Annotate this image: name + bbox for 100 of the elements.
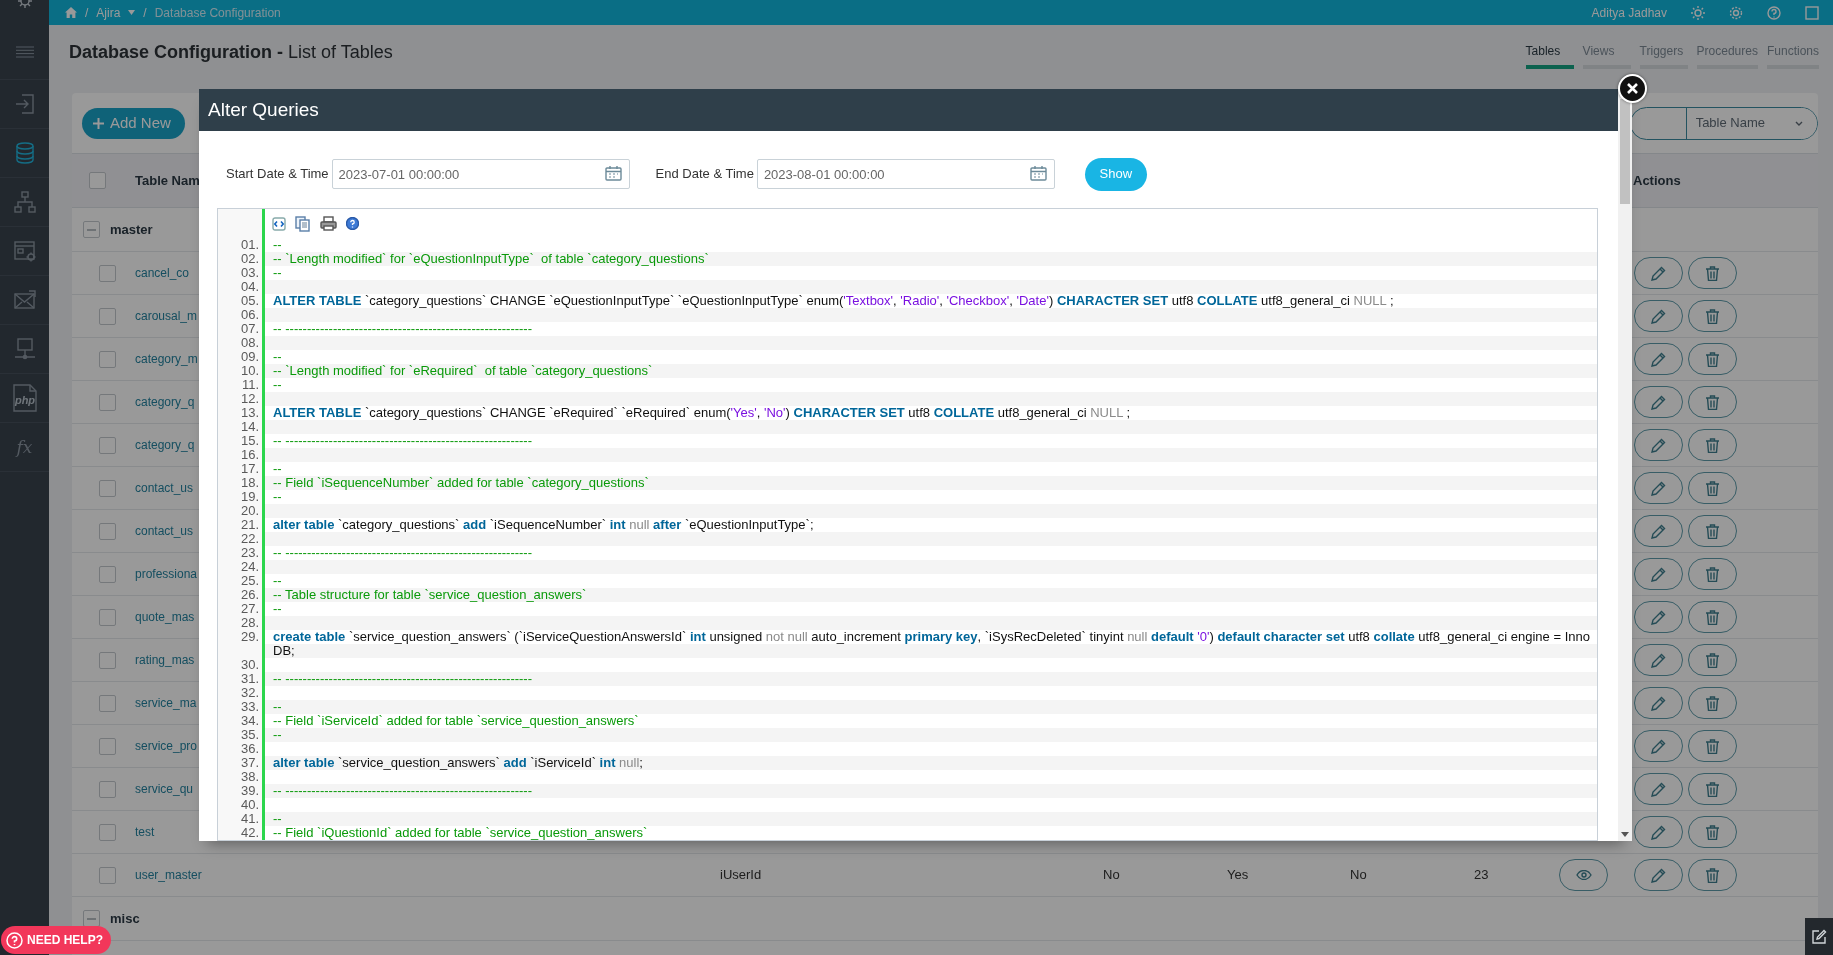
trash-icon: [1706, 308, 1719, 324]
delete-button[interactable]: [1688, 558, 1737, 590]
edit-button[interactable]: [1634, 472, 1683, 504]
delete-button[interactable]: [1688, 429, 1737, 461]
table-name-link[interactable]: category_m: [135, 352, 198, 367]
tab[interactable]: Views: [1582, 36, 1631, 69]
home-icon[interactable]: [65, 7, 77, 18]
delete-button[interactable]: [1688, 816, 1737, 848]
view-button[interactable]: [1559, 859, 1608, 891]
window-icon[interactable]: [1805, 5, 1819, 20]
select-all-checkbox[interactable]: [89, 172, 106, 189]
edit-button[interactable]: [1634, 257, 1683, 289]
table-name-link[interactable]: rating_mas: [135, 653, 195, 668]
calendar-icon[interactable]: [604, 166, 622, 181]
delete-button[interactable]: [1688, 730, 1737, 762]
edit-button[interactable]: [1634, 687, 1683, 719]
collapse-toggle[interactable]: [83, 910, 100, 927]
row-checkbox[interactable]: [99, 522, 116, 540]
copy-icon[interactable]: [295, 215, 311, 232]
scroll-down-arrow-icon[interactable]: [1621, 832, 1629, 837]
row-checkbox[interactable]: [99, 694, 116, 712]
table-name-link[interactable]: service_qu: [135, 782, 194, 797]
gear-icon[interactable]: [1729, 5, 1743, 20]
table-name-link[interactable]: professiona: [135, 567, 198, 582]
date-time-field[interactable]: 2023-07-01 00:00:00: [331, 159, 630, 189]
edit-button[interactable]: [1634, 386, 1683, 418]
user-name[interactable]: Aditya Jadhav: [1591, 3, 1667, 22]
table-name-link[interactable]: carousal_m: [135, 309, 198, 324]
delete-button[interactable]: [1688, 472, 1737, 504]
row-checkbox[interactable]: [99, 823, 116, 841]
tab[interactable]: Triggers: [1639, 36, 1688, 69]
table-name-select[interactable]: Table Name: [1685, 107, 1817, 139]
collapse-toggle[interactable]: [83, 221, 100, 238]
edit-button[interactable]: [1634, 300, 1683, 332]
edit-button[interactable]: [1634, 859, 1683, 891]
corner-button[interactable]: [1805, 918, 1833, 955]
edit-button[interactable]: [1634, 601, 1683, 633]
table-name-link[interactable]: category_q: [135, 395, 195, 410]
mail-icon[interactable]: [12, 288, 37, 312]
row-checkbox[interactable]: [99, 651, 116, 669]
php-file-icon[interactable]: php: [12, 384, 37, 412]
row-checkbox[interactable]: [99, 393, 116, 411]
row-checkbox[interactable]: [99, 307, 116, 325]
delete-button[interactable]: [1688, 644, 1737, 676]
delete-button[interactable]: [1688, 343, 1737, 375]
table-name-link[interactable]: user_master: [135, 868, 202, 883]
menu-icon[interactable]: [14, 46, 35, 58]
row-checkbox[interactable]: [99, 264, 116, 282]
delete-button[interactable]: [1688, 386, 1737, 418]
edit-button[interactable]: [1634, 515, 1683, 547]
line-number: 34.: [218, 714, 262, 728]
tab[interactable]: Procedures: [1696, 36, 1758, 69]
delete-button[interactable]: [1688, 257, 1737, 289]
delete-button[interactable]: [1688, 859, 1737, 891]
row-checkbox[interactable]: [99, 866, 116, 884]
date-time-field[interactable]: 2023-08-01 00:00:00: [756, 159, 1055, 189]
network-computer-icon[interactable]: [12, 337, 37, 361]
show-button[interactable]: Show: [1084, 157, 1147, 191]
edit-button[interactable]: [1634, 773, 1683, 805]
window-settings-icon[interactable]: [12, 239, 37, 263]
delete-button[interactable]: [1688, 773, 1737, 805]
delete-button[interactable]: [1688, 687, 1737, 719]
delete-button[interactable]: [1688, 515, 1737, 547]
add-new-button[interactable]: Add New: [82, 107, 185, 139]
edit-button[interactable]: [1634, 429, 1683, 461]
view-source-icon[interactable]: [272, 216, 286, 231]
table-name-link[interactable]: test: [135, 825, 155, 840]
tab[interactable]: Functions: [1766, 36, 1819, 69]
row-checkbox[interactable]: [99, 350, 116, 368]
delete-button[interactable]: [1688, 300, 1737, 332]
delete-button[interactable]: [1688, 601, 1737, 633]
table-name-link[interactable]: cancel_co: [135, 266, 190, 281]
table-name-link[interactable]: quote_mas: [135, 610, 195, 625]
tab[interactable]: Tables: [1525, 36, 1574, 69]
table-name-link[interactable]: service_ma: [135, 696, 197, 711]
table-cell: 23: [1474, 867, 1489, 883]
sitemap-icon[interactable]: [12, 190, 37, 214]
edit-button[interactable]: [1634, 730, 1683, 762]
row-checkbox[interactable]: [99, 436, 116, 454]
edit-button[interactable]: [1634, 343, 1683, 375]
edit-button[interactable]: [1634, 558, 1683, 590]
print-icon[interactable]: [320, 216, 337, 231]
edit-button[interactable]: [1634, 816, 1683, 848]
help-icon[interactable]: [346, 217, 359, 230]
need-help-button[interactable]: NEED HELP?: [1, 926, 111, 954]
row-checkbox[interactable]: [99, 737, 116, 755]
pencil-icon: [1651, 566, 1666, 582]
calendar-icon[interactable]: [1029, 166, 1047, 181]
sun-icon[interactable]: [1691, 5, 1705, 20]
row-checkbox[interactable]: [99, 479, 116, 497]
table-name-link[interactable]: category_q: [135, 438, 195, 453]
scrollbar-thumb[interactable]: [1620, 99, 1630, 204]
table-name-link[interactable]: contact_us: [135, 481, 194, 496]
row-checkbox[interactable]: [99, 780, 116, 798]
table-name-link[interactable]: contact_us: [135, 524, 194, 539]
row-checkbox[interactable]: [99, 565, 116, 583]
breadcrumb-dropdown[interactable]: Ajira: [96, 3, 136, 22]
row-checkbox[interactable]: [99, 608, 116, 626]
table-name-link[interactable]: service_pro: [135, 739, 198, 754]
edit-button[interactable]: [1634, 644, 1683, 676]
